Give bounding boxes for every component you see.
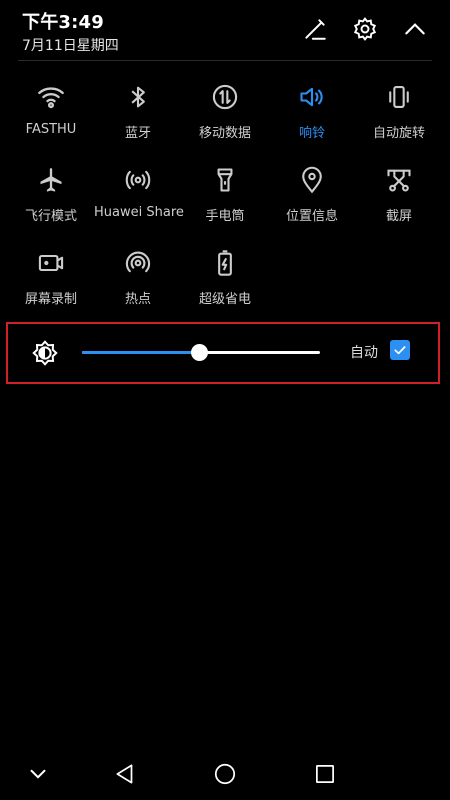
mobile-data-icon [181, 80, 269, 114]
tile-label: 超级省电 [198, 292, 251, 307]
tile-wifi[interactable]: FASTHU [7, 80, 95, 152]
edit-icon[interactable] [300, 14, 330, 44]
checkmark-icon [394, 346, 406, 355]
tile-label: 手电筒 [205, 209, 245, 224]
tile-label: Huawei Share [94, 205, 184, 220]
tile-label: 蓝牙 [124, 126, 151, 141]
tile-hotspot[interactable]: 热点 [94, 246, 182, 318]
home-circle-icon[interactable] [209, 758, 241, 790]
tile-location[interactable]: 位置信息 [268, 163, 356, 235]
auto-brightness-label: 自动 [350, 345, 378, 361]
tile-auto-rotate[interactable]: 自动旋转 [355, 80, 443, 152]
navigation-bar [0, 748, 450, 800]
tile-label: 飞行模式 [24, 209, 77, 224]
date-label: 7月11日星期四 [22, 38, 119, 54]
hotspot-icon [94, 246, 182, 280]
tile-flashlight[interactable]: 手电筒 [181, 163, 269, 235]
tile-bluetooth[interactable]: 蓝牙 [94, 80, 182, 152]
share-broadcast-icon [94, 163, 182, 197]
airplane-icon [7, 163, 95, 197]
tile-screenshot[interactable]: 截屏 [355, 163, 443, 235]
brightness-slider[interactable] [82, 344, 320, 361]
tile-ring[interactable]: 响铃 [268, 80, 356, 152]
tile-screen-record[interactable]: 屏幕录制 [7, 246, 95, 318]
header-divider [18, 60, 432, 61]
tile-label: 移动数据 [198, 126, 251, 141]
collapse-chevron-up-icon[interactable] [400, 14, 430, 44]
tile-label: 响铃 [298, 126, 325, 141]
screen-record-icon [7, 246, 95, 280]
flashlight-icon [181, 163, 269, 197]
tile-huawei-share[interactable]: Huawei Share [94, 163, 184, 235]
tile-label: 自动旋转 [372, 126, 425, 141]
tile-power-saving[interactable]: 超级省电 [181, 246, 269, 318]
tile-label: 热点 [124, 292, 151, 307]
tile-airplane[interactable]: 飞行模式 [7, 163, 95, 235]
bluetooth-icon [94, 80, 182, 114]
battery-saver-icon [181, 246, 269, 280]
quick-settings-header: 下午3:49 7月11日星期四 [0, 0, 450, 60]
recents-square-icon[interactable] [309, 758, 341, 790]
location-pin-icon [268, 163, 356, 197]
tile-label: 位置信息 [285, 209, 338, 224]
brightness-icon [30, 338, 60, 368]
settings-gear-icon[interactable] [350, 14, 380, 44]
tile-label: 屏幕录制 [24, 292, 77, 307]
wifi-icon [7, 80, 95, 114]
expand-chevron-down-icon[interactable] [22, 758, 54, 790]
clock-time: 下午3:49 [22, 12, 104, 33]
rotate-icon [355, 80, 443, 114]
brightness-panel: 自动 [6, 322, 440, 384]
tile-label: 截屏 [385, 209, 412, 224]
slider-thumb[interactable] [190, 344, 208, 361]
slider-fill [82, 351, 199, 354]
tile-mobile-data[interactable]: 移动数据 [181, 80, 269, 152]
screenshot-scissors-icon [355, 163, 443, 197]
tile-label: FASTHU [25, 122, 77, 137]
speaker-icon [268, 80, 356, 114]
auto-brightness-checkbox[interactable] [390, 340, 410, 360]
back-triangle-icon[interactable] [109, 758, 141, 790]
